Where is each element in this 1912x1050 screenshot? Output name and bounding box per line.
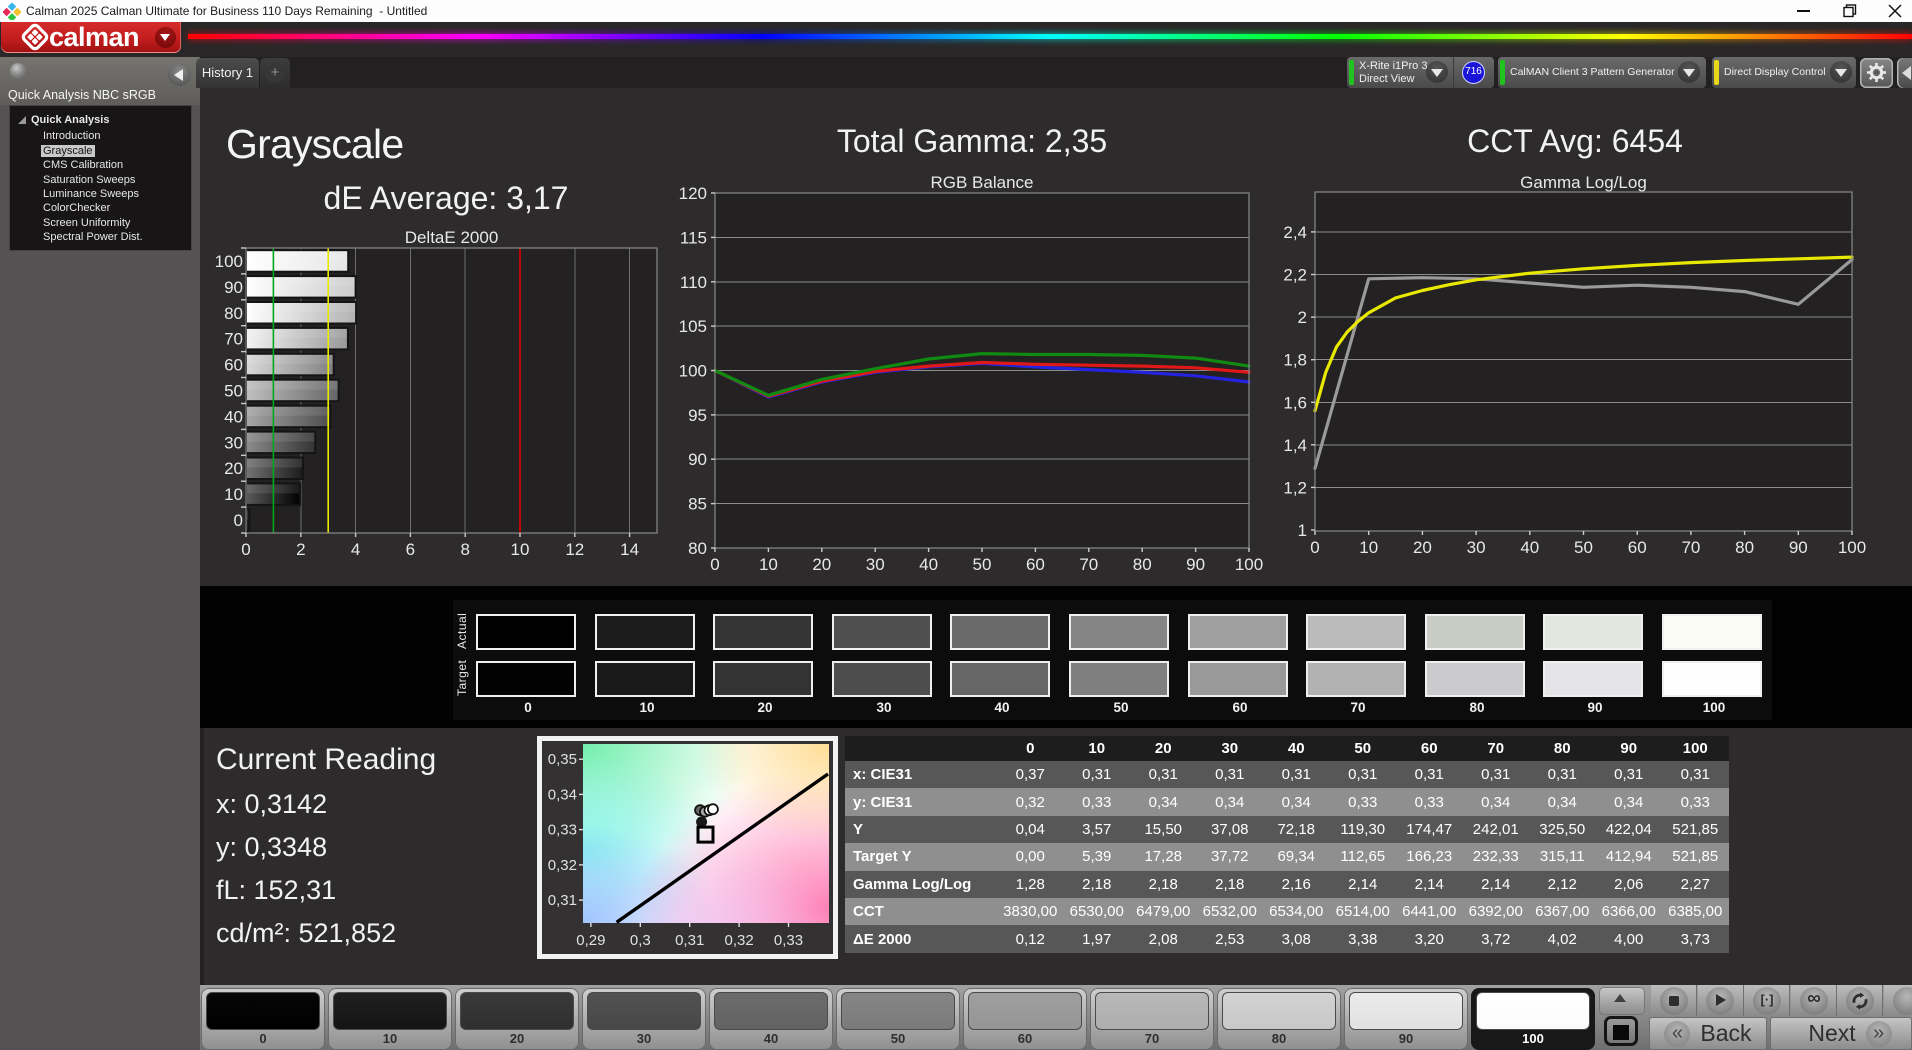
svg-text:0,35: 0,35: [548, 751, 577, 768]
svg-text:0: 0: [241, 540, 250, 555]
svg-text:0,29: 0,29: [576, 932, 605, 949]
svg-text:100: 100: [679, 362, 707, 381]
svg-text:100: 100: [1838, 538, 1866, 557]
svg-text:60: 60: [1026, 555, 1045, 574]
svg-text:60: 60: [1628, 538, 1647, 557]
svg-text:70: 70: [224, 330, 243, 349]
svg-text:RGB Balance: RGB Balance: [931, 173, 1034, 192]
svg-text:12: 12: [565, 540, 584, 555]
svg-text:70: 70: [1681, 538, 1700, 557]
svg-text:0,31: 0,31: [675, 932, 704, 949]
svg-text:80: 80: [1735, 538, 1754, 557]
svg-text:100: 100: [215, 252, 243, 271]
svg-text:1,4: 1,4: [1283, 436, 1307, 455]
svg-text:2: 2: [1298, 308, 1307, 327]
svg-text:30: 30: [224, 433, 243, 452]
svg-text:10: 10: [759, 555, 778, 574]
svg-text:1: 1: [1298, 521, 1307, 540]
svg-text:50: 50: [973, 555, 992, 574]
svg-text:90: 90: [688, 450, 707, 469]
svg-text:40: 40: [224, 407, 243, 426]
svg-text:20: 20: [1413, 538, 1432, 557]
svg-text:50: 50: [224, 382, 243, 401]
svg-text:0: 0: [234, 511, 243, 530]
svg-text:100: 100: [1235, 555, 1263, 574]
svg-text:1,8: 1,8: [1283, 351, 1307, 370]
svg-text:2: 2: [296, 540, 305, 555]
svg-text:DeltaE 2000: DeltaE 2000: [405, 228, 499, 247]
svg-text:4: 4: [351, 540, 360, 555]
svg-text:20: 20: [224, 459, 243, 478]
svg-text:90: 90: [1186, 555, 1205, 574]
svg-text:0: 0: [710, 555, 719, 574]
svg-text:90: 90: [224, 278, 243, 297]
svg-text:30: 30: [1467, 538, 1486, 557]
svg-text:95: 95: [688, 406, 707, 425]
svg-text:50: 50: [1574, 538, 1593, 557]
svg-text:70: 70: [1079, 555, 1098, 574]
svg-text:90: 90: [1789, 538, 1808, 557]
svg-text:8: 8: [460, 540, 469, 555]
svg-text:0,32: 0,32: [548, 857, 577, 874]
svg-text:2,4: 2,4: [1283, 223, 1307, 242]
svg-text:80: 80: [224, 304, 243, 323]
svg-text:115: 115: [680, 228, 707, 247]
svg-text:6: 6: [406, 540, 415, 555]
svg-text:2,2: 2,2: [1283, 266, 1307, 285]
svg-text:80: 80: [688, 539, 707, 558]
svg-text:60: 60: [224, 356, 243, 375]
svg-text:10: 10: [224, 485, 243, 504]
svg-text:1,2: 1,2: [1283, 478, 1307, 497]
svg-text:0,33: 0,33: [548, 822, 577, 839]
svg-text:0,34: 0,34: [548, 786, 577, 803]
svg-text:0: 0: [1310, 538, 1319, 557]
svg-text:10: 10: [1359, 538, 1378, 557]
svg-text:40: 40: [919, 555, 938, 574]
svg-text:30: 30: [866, 555, 885, 574]
svg-text:80: 80: [1133, 555, 1152, 574]
svg-text:0,32: 0,32: [724, 932, 753, 949]
svg-text:0,3: 0,3: [630, 932, 651, 949]
svg-text:105: 105: [679, 317, 707, 336]
svg-text:0,31: 0,31: [548, 892, 577, 909]
svg-text:0,33: 0,33: [774, 932, 803, 949]
svg-text:40: 40: [1520, 538, 1539, 557]
svg-text:20: 20: [812, 555, 831, 574]
svg-text:120: 120: [679, 184, 707, 203]
svg-text:Gamma Log/Log: Gamma Log/Log: [1520, 173, 1647, 192]
svg-text:10: 10: [511, 540, 530, 555]
svg-text:110: 110: [680, 273, 707, 292]
svg-text:85: 85: [688, 495, 707, 514]
svg-text:14: 14: [620, 540, 639, 555]
svg-text:1,6: 1,6: [1283, 393, 1307, 412]
